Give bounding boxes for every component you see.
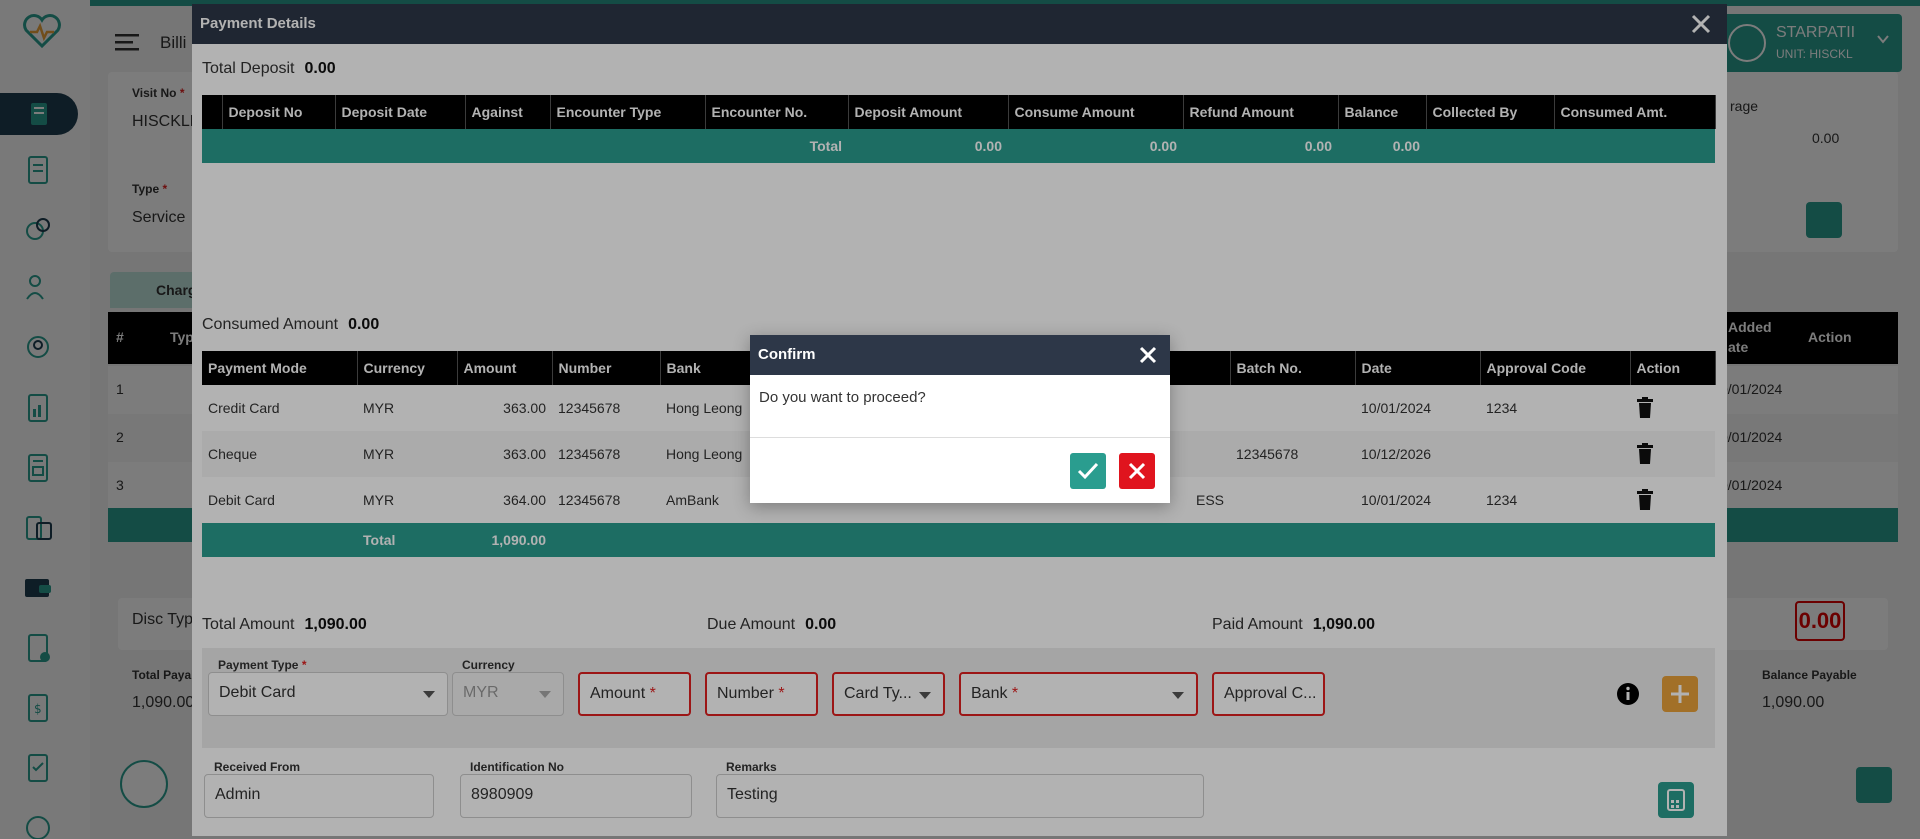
confirm-message: Do you want to proceed?	[759, 389, 926, 406]
check-icon	[1077, 462, 1099, 480]
close-icon	[1128, 462, 1146, 480]
confirm-header: Confirm	[750, 335, 1170, 375]
confirm-title: Confirm	[758, 346, 816, 363]
confirm-yes-button[interactable]	[1070, 453, 1106, 489]
confirm-divider	[750, 437, 1170, 438]
confirm-no-button[interactable]	[1119, 453, 1155, 489]
confirm-dialog: Confirm Do you want to proceed?	[750, 335, 1170, 503]
close-icon[interactable]	[1136, 343, 1160, 367]
